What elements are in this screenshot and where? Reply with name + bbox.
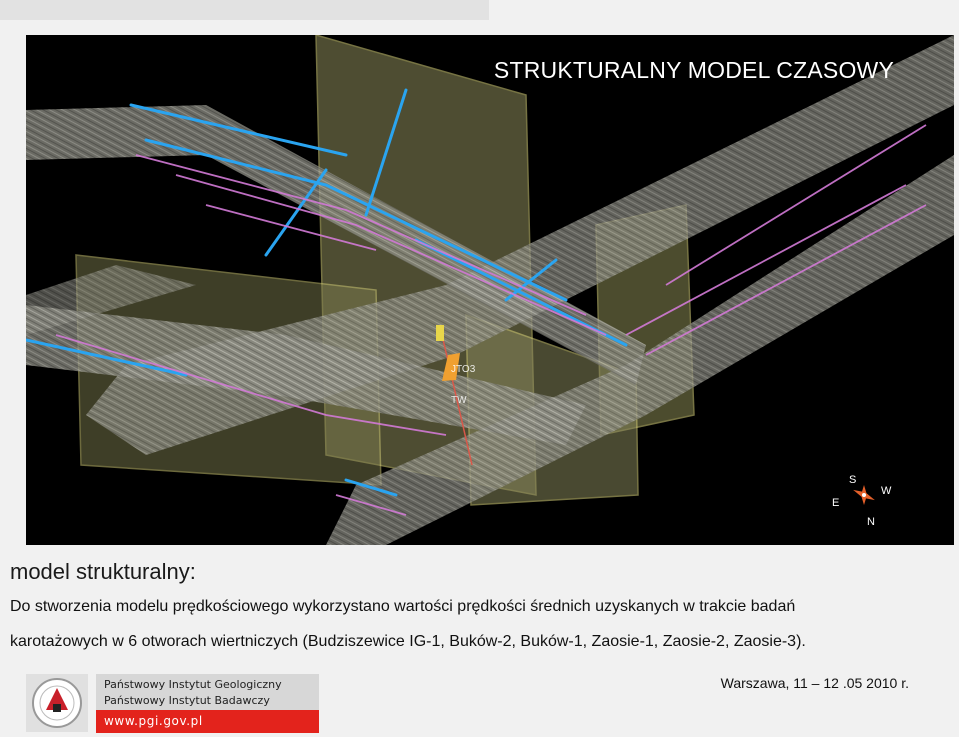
website-link[interactable]: www.pgi.gov.pl bbox=[96, 710, 319, 733]
description-line-1: Do stworzenia modelu prędkościowego wyko… bbox=[10, 598, 796, 615]
top-strip bbox=[0, 0, 489, 20]
seismic-panels-illustration bbox=[26, 35, 954, 545]
compass-north-label: N bbox=[867, 516, 875, 528]
well-marker bbox=[436, 325, 444, 341]
institute-logo bbox=[26, 674, 88, 732]
description-line-2: karotażowych w 6 otworach wiertniczych (… bbox=[10, 633, 806, 650]
institute-name-line-2: Państwowy Instytut Badawczy bbox=[104, 694, 270, 707]
compass-west-label: W bbox=[881, 485, 892, 497]
well-label: JTO3 bbox=[451, 364, 476, 375]
compass-east-label: E bbox=[832, 497, 840, 509]
section-heading: model strukturalny: bbox=[10, 559, 196, 584]
model-title: STRUKTURALNY MODEL CZASOWY bbox=[493, 57, 894, 83]
compass-rose bbox=[853, 485, 875, 505]
institute-names: Państwowy Instytut Geologiczny Państwowy… bbox=[96, 674, 319, 710]
3d-model-viewport[interactable]: STRUKTURALNY MODEL CZASOWY S W E N JTO3 … bbox=[26, 35, 954, 545]
event-date: Warszawa, 11 – 12 .05 2010 r. bbox=[720, 675, 909, 691]
compass-south-label: S bbox=[849, 474, 857, 486]
well-label: TW bbox=[451, 395, 467, 406]
institute-name-line-1: Państwowy Instytut Geologiczny bbox=[104, 678, 282, 691]
